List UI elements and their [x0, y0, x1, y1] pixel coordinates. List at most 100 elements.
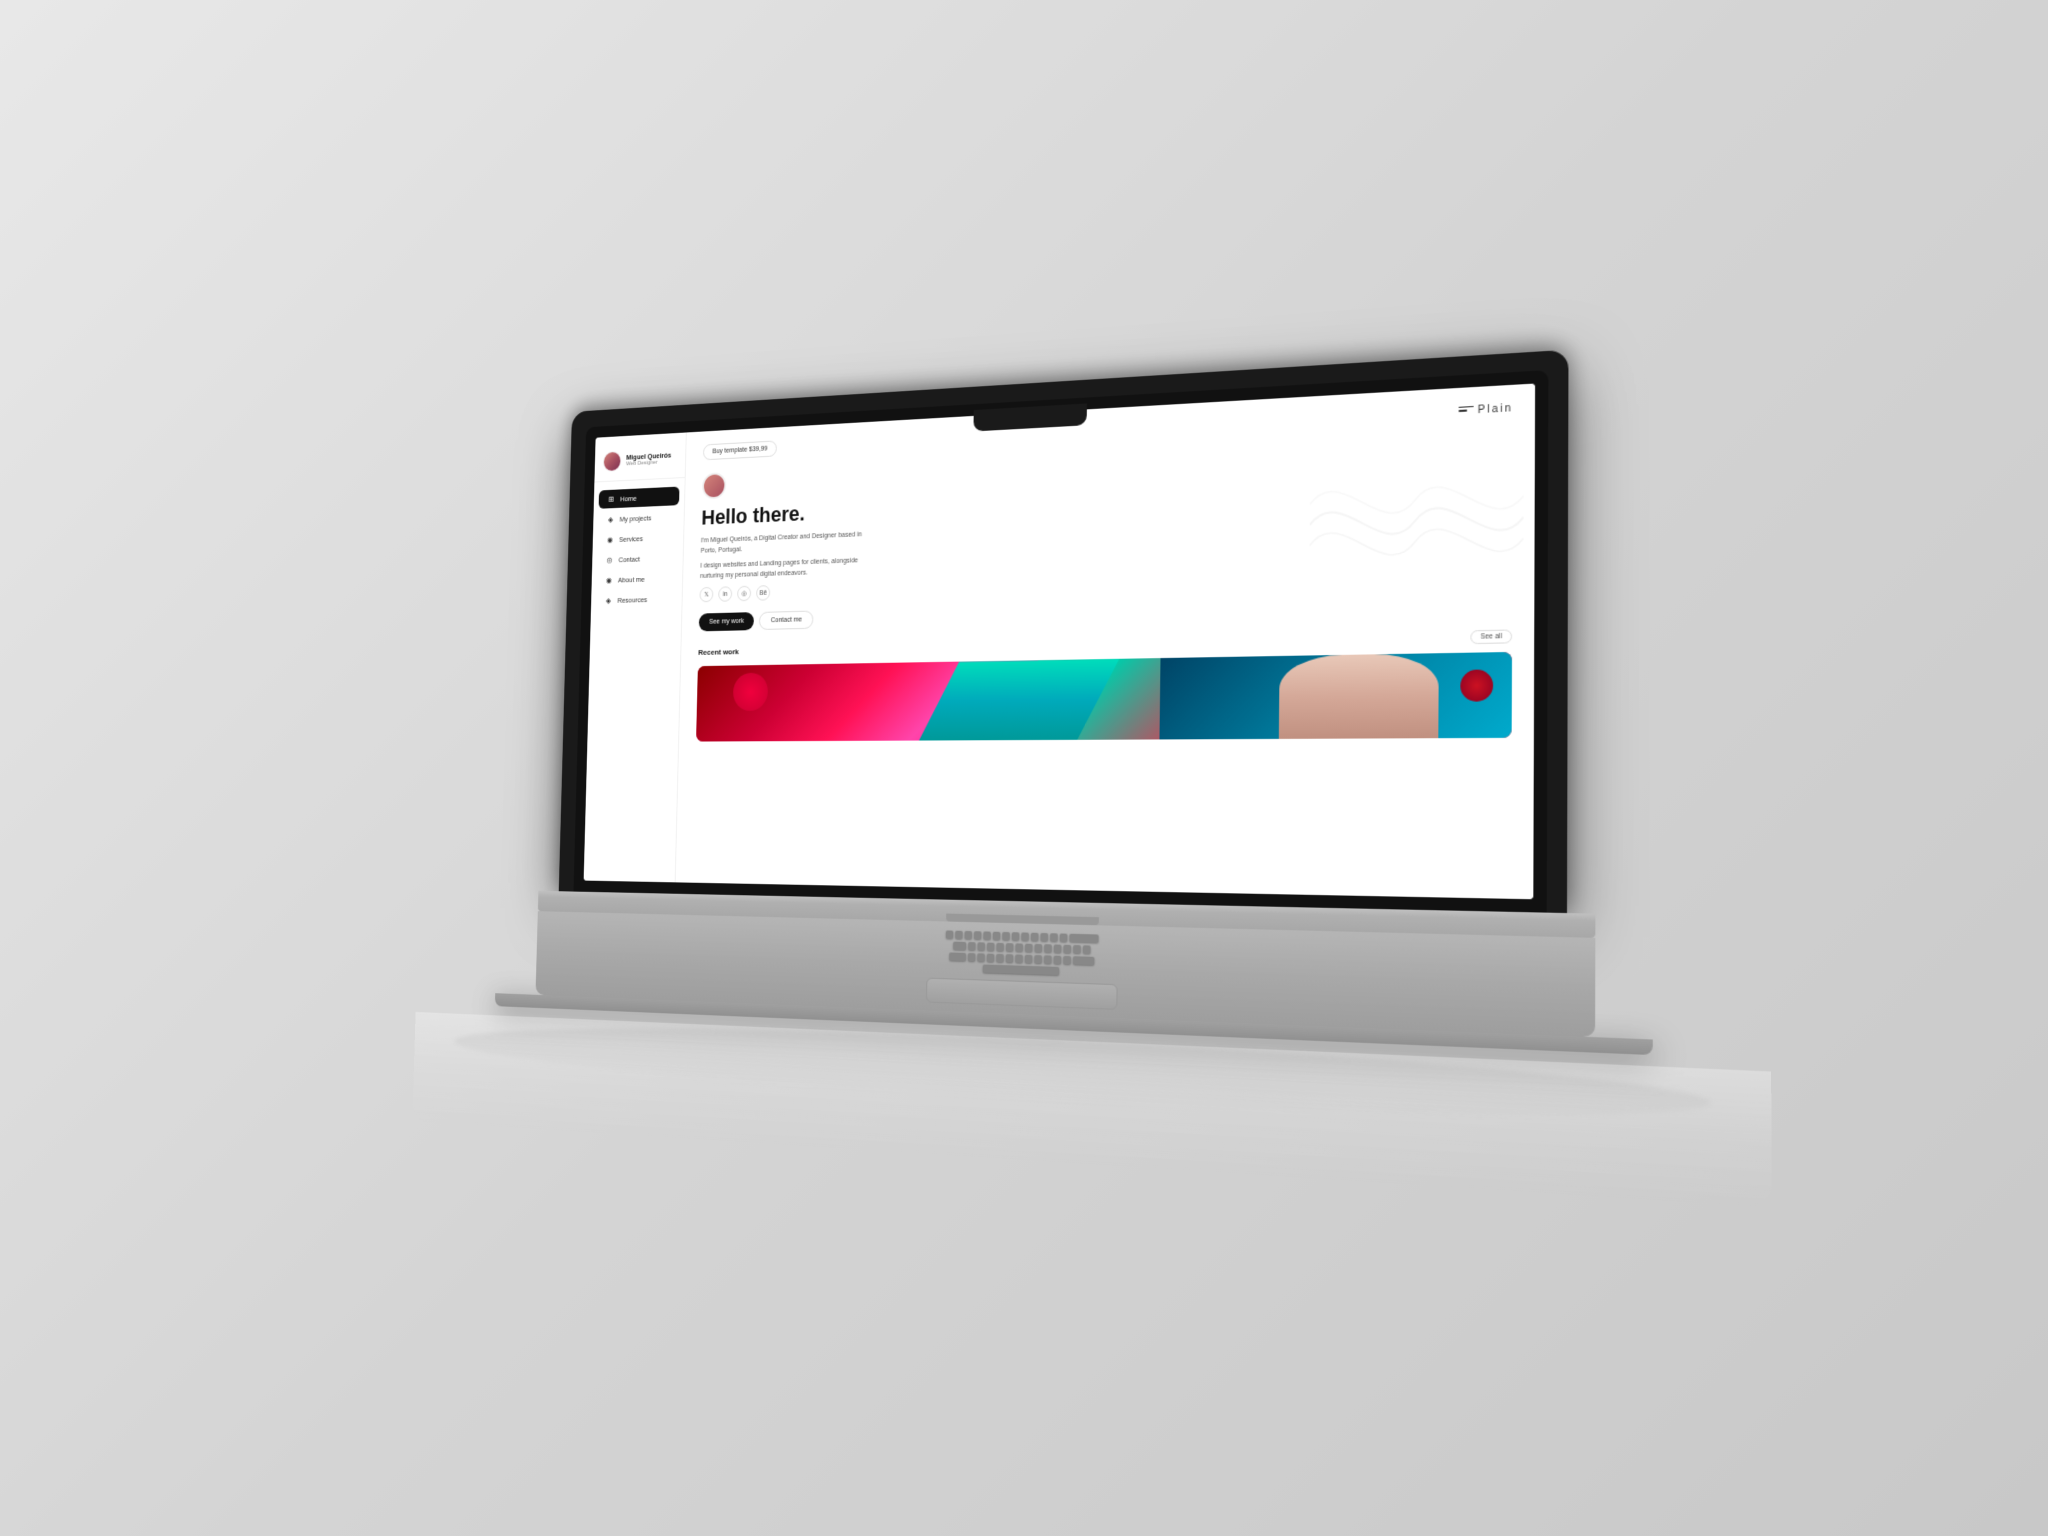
key[interactable]	[996, 953, 1004, 961]
art-figure	[1278, 653, 1438, 739]
sidebar-about-label: About me	[618, 575, 645, 584]
key[interactable]	[1044, 944, 1052, 952]
user-role: Web Designer	[626, 459, 671, 468]
sidebar-resources-label: Resources	[617, 595, 647, 604]
key[interactable]	[996, 942, 1004, 950]
key[interactable]	[1040, 932, 1048, 940]
key[interactable]	[993, 931, 1001, 939]
wave-decoration	[1309, 453, 1524, 587]
keyboard-row-1	[946, 930, 1099, 942]
hero-description-1: I'm Miguel Queirós, a Digital Creator an…	[701, 530, 876, 557]
key[interactable]	[1031, 932, 1039, 940]
key[interactable]	[955, 930, 963, 938]
key[interactable]	[1050, 933, 1058, 941]
sidebar-item-projects[interactable]: ◈ My projects	[598, 507, 679, 529]
twitter-icon[interactable]: 𝕏	[699, 587, 713, 602]
services-icon: ◉	[606, 535, 614, 545]
key[interactable]	[983, 931, 991, 939]
sidebar-item-services[interactable]: ◉ Services	[598, 527, 679, 549]
buy-template-button[interactable]: Buy template $39,99	[703, 440, 777, 460]
key[interactable]	[987, 953, 995, 961]
sidebar-item-about[interactable]: ◉ About me	[596, 568, 677, 589]
sidebar-item-home[interactable]: ⊞ Home	[599, 487, 680, 509]
trackpad[interactable]	[926, 977, 1118, 1009]
screen-shell: Miguel Queirós Web Designer ⊞ Home ◈ My …	[559, 350, 1569, 913]
key[interactable]	[1025, 943, 1033, 951]
key[interactable]	[1054, 955, 1062, 963]
plain-icon	[1458, 405, 1473, 416]
key-caps[interactable]	[949, 952, 966, 961]
key[interactable]	[1063, 944, 1071, 952]
sidebar-item-resources[interactable]: ◈ Resources	[596, 589, 677, 610]
key-spacebar[interactable]	[983, 964, 1060, 975]
hero-description-2: I design websites and Landing pages for …	[700, 556, 875, 582]
keyboard-row-4	[983, 964, 1060, 975]
key[interactable]	[968, 942, 976, 950]
plain-line-2	[1458, 409, 1467, 411]
projects-icon: ◈	[606, 514, 614, 524]
work-thumbnail[interactable]	[696, 652, 1512, 742]
thumbnail-background	[696, 652, 1512, 742]
sidebar-item-contact[interactable]: ◎ Contact	[597, 548, 678, 569]
key[interactable]	[1054, 944, 1062, 952]
sidebar: Miguel Queirós Web Designer ⊞ Home ◈ My …	[584, 432, 687, 882]
keyboard-row-2	[953, 941, 1091, 953]
sidebar-home-label: Home	[620, 494, 637, 503]
key[interactable]	[968, 953, 976, 961]
sidebar-services-label: Services	[619, 534, 643, 543]
key[interactable]	[1044, 955, 1052, 963]
avatar-image	[604, 452, 621, 471]
main-content: Buy template $39,99 Plain	[676, 384, 1536, 900]
avatar	[603, 451, 622, 472]
plain-line-1	[1458, 405, 1473, 407]
sidebar-projects-label: My projects	[620, 513, 652, 523]
key[interactable]	[946, 930, 954, 938]
plain-logo-text: Plain	[1478, 403, 1513, 417]
key[interactable]	[964, 930, 972, 938]
key[interactable]	[977, 942, 985, 950]
app-layout: Miguel Queirós Web Designer ⊞ Home ◈ My …	[584, 384, 1535, 900]
user-profile: Miguel Queirós Web Designer	[594, 444, 685, 483]
key[interactable]	[1012, 932, 1020, 940]
key[interactable]	[1006, 943, 1014, 951]
hero-section: Hello there. I'm Miguel Queirós, a Digit…	[699, 432, 1513, 631]
user-info: Miguel Queirós Web Designer	[626, 451, 671, 468]
key[interactable]	[987, 942, 995, 950]
screen-bezel: Miguel Queirós Web Designer ⊞ Home ◈ My …	[573, 370, 1548, 913]
key-backspace[interactable]	[1069, 933, 1098, 942]
about-icon: ◉	[605, 575, 613, 584]
key[interactable]	[1083, 945, 1091, 953]
key[interactable]	[1025, 954, 1033, 962]
linkedin-icon[interactable]: in	[718, 586, 732, 601]
home-icon: ⊞	[607, 494, 615, 504]
see-my-work-button[interactable]: See my work	[699, 612, 755, 631]
key[interactable]	[1034, 955, 1042, 963]
key[interactable]	[1002, 931, 1010, 939]
key[interactable]	[977, 953, 985, 961]
laptop-mockup: Miguel Queirós Web Designer ⊞ Home ◈ My …	[412, 337, 1771, 1208]
key[interactable]	[974, 931, 982, 939]
hero-avatar	[702, 472, 726, 499]
contact-me-button[interactable]: Contact me	[759, 611, 813, 630]
key[interactable]	[1073, 945, 1081, 953]
key[interactable]	[1063, 955, 1071, 963]
key[interactable]	[1015, 943, 1023, 951]
key[interactable]	[1006, 954, 1014, 962]
contact-icon: ◎	[605, 555, 613, 565]
key-enter[interactable]	[1073, 956, 1095, 965]
behance-icon[interactable]: Bē	[756, 585, 770, 601]
recent-work-section: Recent work See all	[696, 630, 1512, 742]
sidebar-contact-label: Contact	[618, 554, 640, 563]
resources-icon: ◈	[604, 596, 612, 605]
recent-work-title: Recent work	[698, 648, 739, 657]
see-all-button[interactable]: See all	[1470, 630, 1512, 645]
key[interactable]	[1021, 932, 1029, 940]
key[interactable]	[1060, 933, 1068, 941]
plain-logo: Plain	[1458, 403, 1513, 418]
key-tab[interactable]	[953, 941, 966, 949]
key[interactable]	[1034, 943, 1042, 951]
screen-content: Miguel Queirós Web Designer ⊞ Home ◈ My …	[584, 384, 1535, 900]
instagram-icon[interactable]: ◎	[737, 586, 751, 602]
keyboard-row-3	[949, 952, 1094, 965]
key[interactable]	[1015, 954, 1023, 962]
